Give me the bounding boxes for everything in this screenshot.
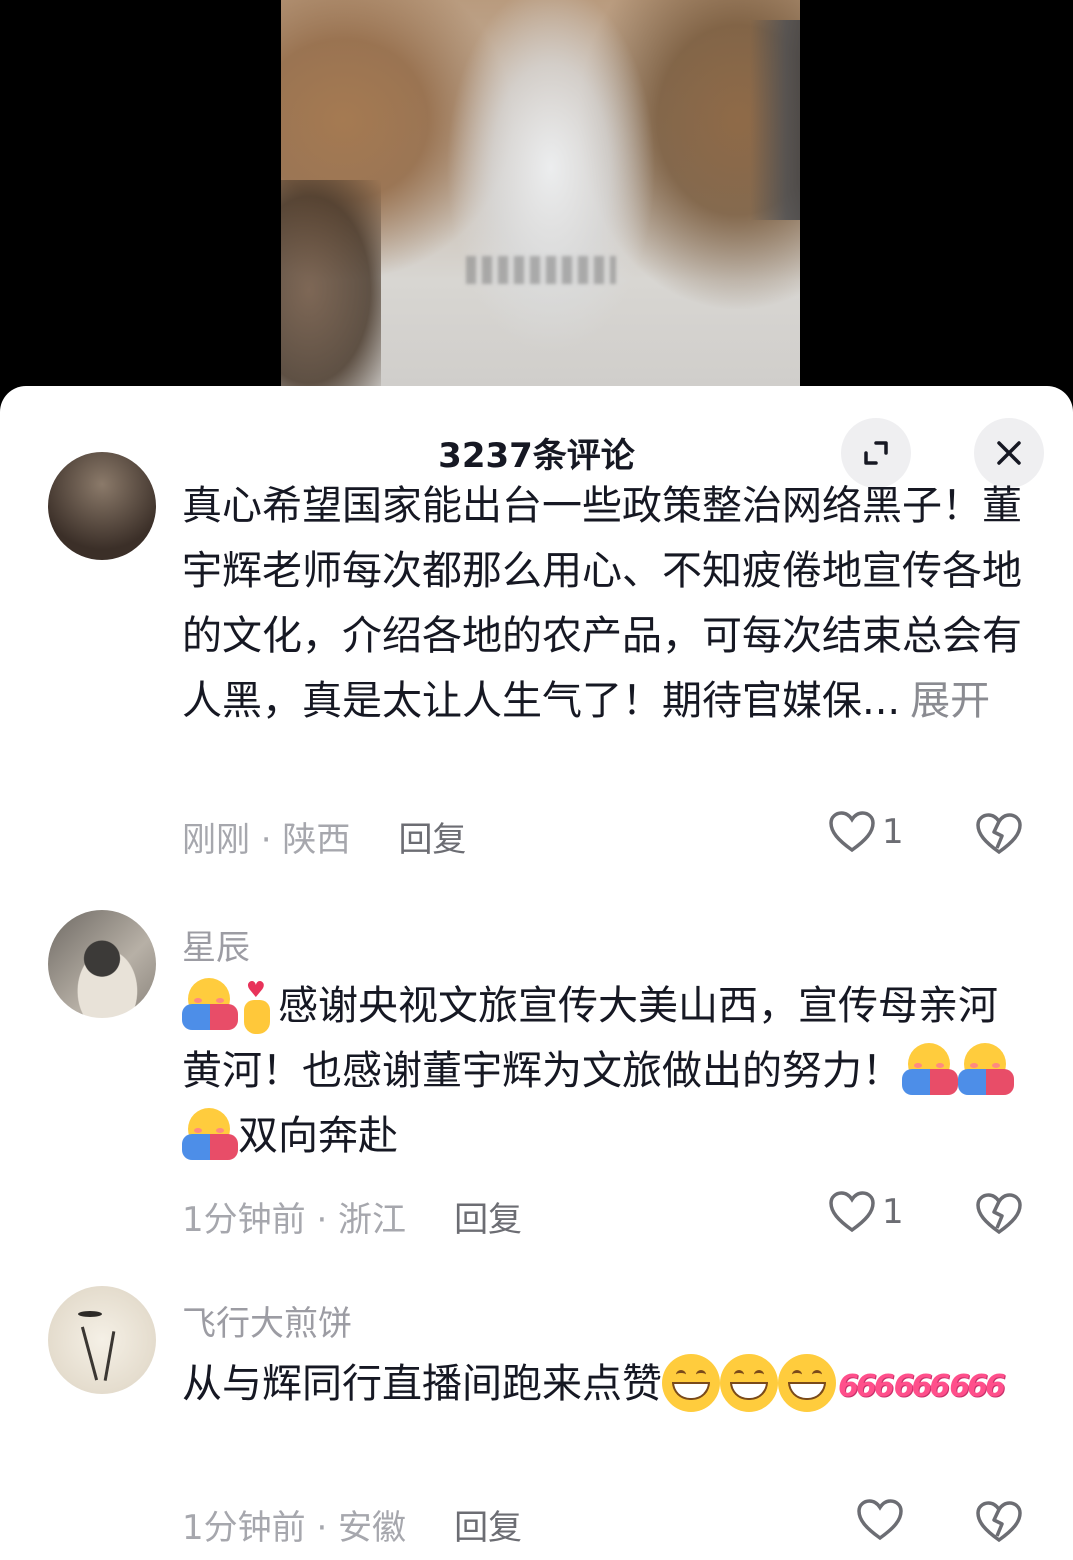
- six-six-six-emoji: 666: [838, 1368, 895, 1404]
- finger-heart-emoji: ♥: [238, 980, 278, 1036]
- comment-sheet: 3237条评论 真心希望国家能出台一些政策整治网络黑子！董宇辉老师每次都那么用心…: [0, 386, 1073, 1560]
- hugging-face-emoji: [902, 1041, 958, 1097]
- hugging-face-emoji: [182, 976, 238, 1032]
- broken-heart-icon[interactable]: [975, 810, 1023, 858]
- video-rock-left: [281, 180, 381, 400]
- video-watermark: [466, 256, 616, 284]
- heart-outline-icon: [829, 811, 875, 853]
- heart-outline-icon: [829, 1191, 875, 1233]
- expand-comment-link[interactable]: 展开: [910, 678, 990, 724]
- avatar[interactable]: [48, 1286, 156, 1394]
- comment-count-title: 3237条评论: [438, 436, 635, 476]
- like-button[interactable]: 1: [828, 810, 904, 854]
- reply-button[interactable]: 回复: [398, 820, 466, 860]
- video-rock-right: [750, 20, 800, 220]
- avatar[interactable]: [48, 452, 156, 560]
- comment-meta: 刚刚 · 陕西 回复: [182, 820, 467, 860]
- comment-text[interactable]: 真心希望国家能出台一些政策整治网络黑子！董宇辉老师每次都那么用心、不知疲倦地宣传…: [182, 474, 1022, 734]
- comment-text[interactable]: 从与辉同行直播间跑来点赞 666666666: [182, 1352, 1022, 1419]
- video-preview[interactable]: [281, 0, 800, 400]
- broken-heart-icon[interactable]: [975, 1498, 1023, 1546]
- close-icon: [997, 441, 1021, 465]
- grinning-face-emoji: [720, 1354, 778, 1412]
- grinning-face-emoji: [662, 1354, 720, 1412]
- username[interactable]: 飞行大煎饼: [182, 1296, 352, 1345]
- hugging-face-emoji: [182, 1106, 238, 1162]
- reply-button[interactable]: 回复: [454, 1200, 522, 1240]
- sheet-header: 3237条评论: [0, 386, 1073, 488]
- comment-meta-3: 1分钟前 · 安徽 回复: [182, 1508, 523, 1548]
- like-button[interactable]: 1: [828, 1190, 904, 1234]
- username[interactable]: 星辰: [182, 920, 250, 969]
- reply-button[interactable]: 回复: [454, 1508, 522, 1548]
- like-button[interactable]: [856, 1498, 904, 1542]
- heart-outline-icon: [857, 1499, 903, 1541]
- six-six-six-emoji: 666: [949, 1368, 1006, 1404]
- like-count: 1: [882, 812, 904, 852]
- six-six-six-emoji: 666: [893, 1368, 951, 1404]
- grinning-face-emoji: [778, 1354, 836, 1412]
- avatar[interactable]: [48, 910, 156, 1018]
- comment-meta: 1分钟前 · 浙江 回复: [182, 1200, 523, 1240]
- hugging-face-emoji: [958, 1041, 1014, 1097]
- broken-heart-icon[interactable]: [975, 1190, 1023, 1238]
- expand-icon: [864, 441, 888, 465]
- like-count: 1: [882, 1192, 904, 1232]
- comment-text[interactable]: ♥ 感谢央视文旅宣传大美山西，宣传母亲河黄河！也感谢董宇辉为文旅做出的努力！ 双向奔…: [182, 974, 1022, 1169]
